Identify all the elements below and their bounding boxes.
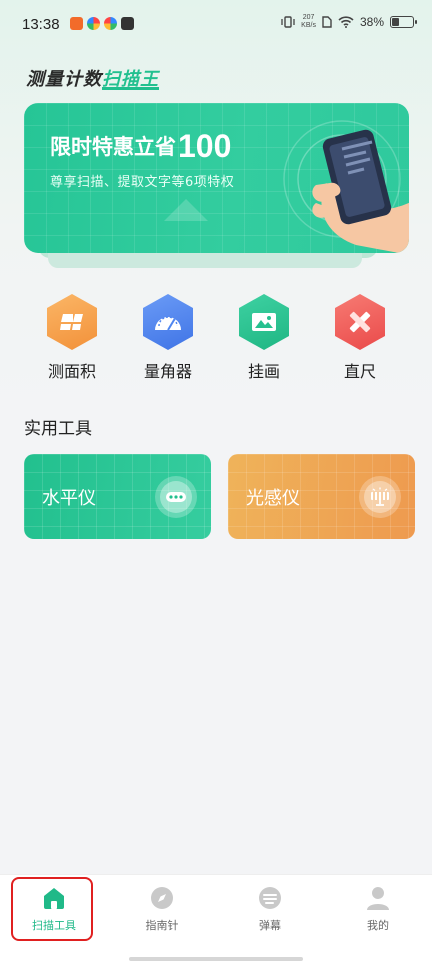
nav-danmaku[interactable]: 弹幕 [230, 885, 310, 933]
promo-banner[interactable]: 限时特惠立省 100 尊享扫描、提取文字等6项特权 [24, 103, 409, 253]
app-notification-icon [70, 17, 83, 30]
light-meter-icon [359, 476, 401, 518]
card-label: 光感仪 [246, 488, 300, 509]
app-title: 测量计数扫描王 [26, 65, 159, 91]
banner-headline: 限时特惠立省 100 [50, 128, 232, 164]
battery-percent: 38% [359, 15, 384, 29]
compass-icon [151, 887, 173, 909]
danmaku-icon [259, 887, 281, 909]
tool-ruler[interactable]: 直尺 [312, 294, 408, 382]
tool-label: 直尺 [343, 362, 376, 381]
net-speed-unit: KB/s [301, 22, 316, 29]
protractor-icon [143, 294, 193, 350]
sim-icon [322, 16, 332, 28]
tool-label: 测面积 [47, 362, 96, 381]
nav-label: 我的 [367, 919, 389, 932]
tool-area[interactable]: 测面积 [24, 294, 120, 382]
card-label: 水平仪 [42, 488, 96, 509]
nav-label: 弹幕 [259, 919, 281, 932]
highlight-box [11, 877, 93, 941]
net-speed-value: 207 [302, 14, 315, 21]
network-speed: 207 KB/s [301, 14, 316, 30]
status-time: 13:38 [22, 16, 60, 33]
app-notification-icon [87, 17, 100, 30]
picture-icon [239, 294, 289, 350]
battery-icon [390, 16, 417, 28]
play-notification-icon [121, 17, 134, 30]
light-meter-icon-inner [364, 481, 396, 513]
app-title-prefix: 测量计数 [26, 69, 102, 90]
section-title: 实用工具 [24, 419, 92, 439]
level-icon [155, 476, 197, 518]
nav-compass[interactable]: 指南针 [122, 885, 202, 933]
nav-label: 指南针 [145, 919, 179, 932]
banner-headline-text: 限时特惠立省 [50, 135, 176, 159]
card-light-meter[interactable]: 光感仪 [228, 454, 415, 539]
level-icon-inner [160, 481, 192, 513]
tool-protractor[interactable]: 量角器 [120, 294, 216, 382]
phone-in-hand-icon [312, 129, 409, 253]
profile-icon [367, 887, 389, 910]
banner-headline-number: 100 [178, 128, 232, 164]
banner-subtitle: 尊享扫描、提取文字等6项特权 [50, 175, 235, 190]
nav-profile[interactable]: 我的 [338, 885, 418, 933]
app-title-accent: 扫描王 [102, 69, 159, 90]
tool-label: 挂画 [247, 362, 280, 381]
tool-grid: 测面积 量角器 挂画 直尺 [0, 294, 432, 382]
home-indicator[interactable] [129, 957, 303, 961]
app-notification-icon [104, 17, 117, 30]
ruler-icon [335, 294, 385, 350]
card-level[interactable]: 水平仪 [24, 454, 211, 539]
status-bar: 13:38 207 KB/s 38% [0, 0, 432, 50]
vibrate-icon [281, 16, 295, 28]
area-icon [47, 294, 97, 350]
battery-level [392, 18, 399, 26]
wifi-icon [338, 16, 354, 28]
tool-hang-picture[interactable]: 挂画 [216, 294, 312, 382]
tool-label: 量角器 [143, 362, 192, 381]
